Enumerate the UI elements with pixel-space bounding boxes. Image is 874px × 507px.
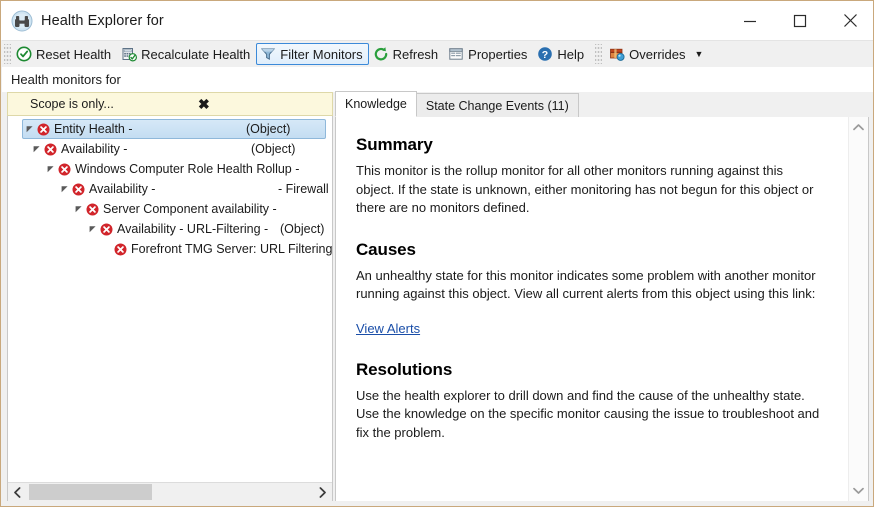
minimize-button[interactable] (725, 1, 775, 40)
tab-knowledge-label: Knowledge (345, 97, 407, 111)
tree-node-label: Forefront TMG Server: URL Filtering - Se… (131, 242, 332, 256)
chevron-down-icon[interactable]: ▼ (695, 49, 704, 59)
scroll-right-icon[interactable] (313, 483, 332, 501)
reset-health-label: Reset Health (36, 46, 112, 62)
tree-node[interactable]: Entity Health - (Object) (22, 119, 326, 139)
refresh-icon (373, 46, 389, 62)
scope-close-icon[interactable]: ✖ (198, 96, 210, 113)
window-controls (725, 1, 873, 40)
refresh-button[interactable]: Refresh (369, 43, 445, 65)
expander-collapse-icon[interactable] (72, 205, 86, 213)
toolbar-separator (595, 44, 603, 64)
error-icon (44, 143, 57, 156)
expander-collapse-icon[interactable] (44, 165, 58, 173)
expander-collapse-icon[interactable] (58, 185, 72, 193)
knowledge-content: Summary This monitor is the rollup monit… (336, 117, 847, 501)
toolbar: Reset Health Recalculate Health Filter M… (2, 40, 873, 67)
filter-monitors-button[interactable]: Filter Monitors (256, 43, 369, 65)
tab-knowledge[interactable]: Knowledge (335, 91, 417, 117)
tree-node-secondary-text: (Object) (251, 142, 296, 156)
error-icon (114, 243, 127, 256)
recalculate-health-button[interactable]: Recalculate Health (117, 43, 256, 65)
recalculate-health-icon (121, 46, 138, 62)
tree-node[interactable]: Server Component availability - (8, 199, 332, 219)
title-bar: Health Explorer for (1, 1, 873, 40)
recalculate-health-label: Recalculate Health (141, 46, 251, 62)
refresh-label: Refresh (392, 46, 439, 62)
error-icon (86, 203, 99, 216)
filter-monitors-label: Filter Monitors (280, 46, 363, 62)
summary-body: This monitor is the rollup monitor for a… (356, 163, 814, 215)
tab-state-change-events-label: State Change Events (11) (425, 98, 569, 113)
window-bottom-strip (2, 501, 873, 506)
reset-health-button[interactable]: Reset Health (12, 43, 117, 65)
error-icon (72, 183, 85, 196)
overrides-button[interactable]: Overrides ▼ (605, 43, 709, 65)
tree-node[interactable]: Availability - URL-Filtering - (Object) (8, 219, 332, 239)
monitor-tree-box: Entity Health - (Object) Availability - (Ob… (7, 116, 333, 502)
summary-heading: Summary (356, 135, 433, 154)
expander-collapse-icon[interactable] (23, 125, 37, 133)
tree-node-secondary-text: (Object) (246, 122, 291, 136)
tab-strip: Knowledge State Change Events (11) (335, 91, 869, 118)
tree-horizontal-scrollbar[interactable] (8, 482, 332, 501)
overrides-label: Overrides (629, 46, 686, 62)
tree-node-label: Availability - URL-Filtering - (117, 222, 269, 236)
help-label: Help (557, 46, 585, 62)
resolutions-heading: Resolutions (356, 359, 453, 379)
properties-label: Properties (468, 46, 528, 62)
view-alerts-link[interactable]: View Alerts (356, 321, 420, 336)
resolutions-body: Use the health explorer to drill down an… (356, 387, 820, 440)
scroll-down-icon[interactable] (849, 481, 868, 500)
error-icon (37, 123, 50, 136)
tree-node-label: Availability - (89, 182, 156, 196)
window-title: Health Explorer for (41, 12, 164, 29)
monitor-tree[interactable]: Entity Health - (Object) Availability - (Ob… (8, 116, 332, 481)
monitor-tree-pane: Scope is only... ✖ Entity Health - (Objec… (7, 92, 333, 502)
expander-collapse-icon[interactable] (30, 145, 44, 153)
tree-node-label: Windows Computer Role Health Rollup - (75, 162, 300, 176)
tree-node-label: Entity Health - (54, 122, 133, 136)
knowledge-vertical-scrollbar[interactable] (848, 117, 868, 501)
tree-node-secondary-text: - Firewall (278, 182, 329, 196)
tab-state-change-events[interactable]: State Change Events (11) (415, 93, 579, 117)
tree-node[interactable]: Windows Computer Role Health Rollup - (8, 159, 332, 179)
properties-icon (448, 46, 464, 62)
causes-heading: Causes (356, 239, 416, 259)
scope-bar: Scope is only... ✖ (7, 92, 333, 116)
filter-icon (260, 46, 276, 62)
tree-node[interactable]: Availability - (Object) (8, 139, 332, 159)
error-icon (100, 223, 113, 236)
help-button[interactable]: ? Help (533, 43, 590, 65)
expander-collapse-icon[interactable] (86, 225, 100, 233)
tree-scroll-track[interactable] (27, 483, 313, 501)
close-button[interactable] (825, 1, 873, 40)
scope-label: Scope is only... (30, 97, 114, 111)
reset-health-icon (16, 46, 32, 62)
binoculars-icon (11, 10, 33, 32)
overrides-icon (609, 46, 625, 62)
toolbar-grip[interactable] (4, 44, 11, 64)
tree-scroll-thumb[interactable] (29, 484, 152, 500)
maximize-button[interactable] (775, 1, 825, 40)
details-pane: Knowledge State Change Events (11) Summa… (335, 91, 869, 502)
tree-node-label: Server Component availability - (103, 202, 277, 216)
help-icon: ? (537, 46, 553, 62)
health-explorer-window: Health Explorer for Reset Health Recalcu… (0, 0, 874, 507)
health-monitors-header: Health monitors for (2, 67, 873, 92)
tree-node-secondary-text: (Object) (280, 222, 325, 236)
properties-button[interactable]: Properties (444, 43, 533, 65)
tree-node-label: Availability - (61, 142, 128, 156)
knowledge-panel: Summary This monitor is the rollup monit… (335, 117, 869, 502)
scroll-left-icon[interactable] (8, 483, 27, 501)
causes-body: An unhealthy state for this monitor indi… (356, 267, 816, 302)
tree-node[interactable]: Forefront TMG Server: URL Filtering - Se… (8, 239, 332, 259)
health-monitors-label: Health monitors for (11, 72, 121, 87)
error-icon (58, 163, 71, 176)
svg-text:?: ? (542, 49, 548, 61)
scroll-up-icon[interactable] (849, 118, 868, 137)
tree-node[interactable]: Availability - - Firewall (8, 179, 332, 199)
